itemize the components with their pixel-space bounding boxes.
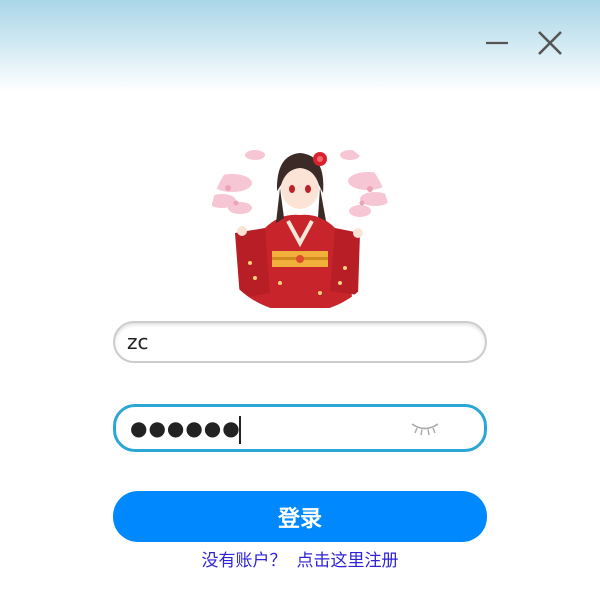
register-link[interactable]: 点击这里注册: [297, 551, 399, 571]
minimize-icon: [486, 41, 508, 45]
text-caret: [239, 416, 241, 444]
show-password-button[interactable]: [409, 419, 441, 439]
eye-closed-icon: [411, 423, 439, 436]
login-window: 登录 没有账户？ 点击这里注册: [0, 0, 600, 600]
title-bar[interactable]: [0, 0, 600, 92]
username-input[interactable]: [127, 323, 387, 361]
register-prompt: 没有账户？ 点击这里注册: [0, 546, 600, 571]
register-question: 没有账户？: [201, 551, 287, 571]
close-button[interactable]: [533, 26, 567, 60]
anime-girl-avatar: [210, 133, 390, 313]
login-button[interactable]: 登录: [113, 491, 487, 542]
password-input[interactable]: [130, 407, 240, 449]
avatar: [210, 133, 390, 313]
close-icon: [538, 31, 562, 55]
username-field[interactable]: [113, 321, 487, 363]
minimize-button[interactable]: [480, 26, 514, 60]
password-field[interactable]: [113, 404, 487, 452]
